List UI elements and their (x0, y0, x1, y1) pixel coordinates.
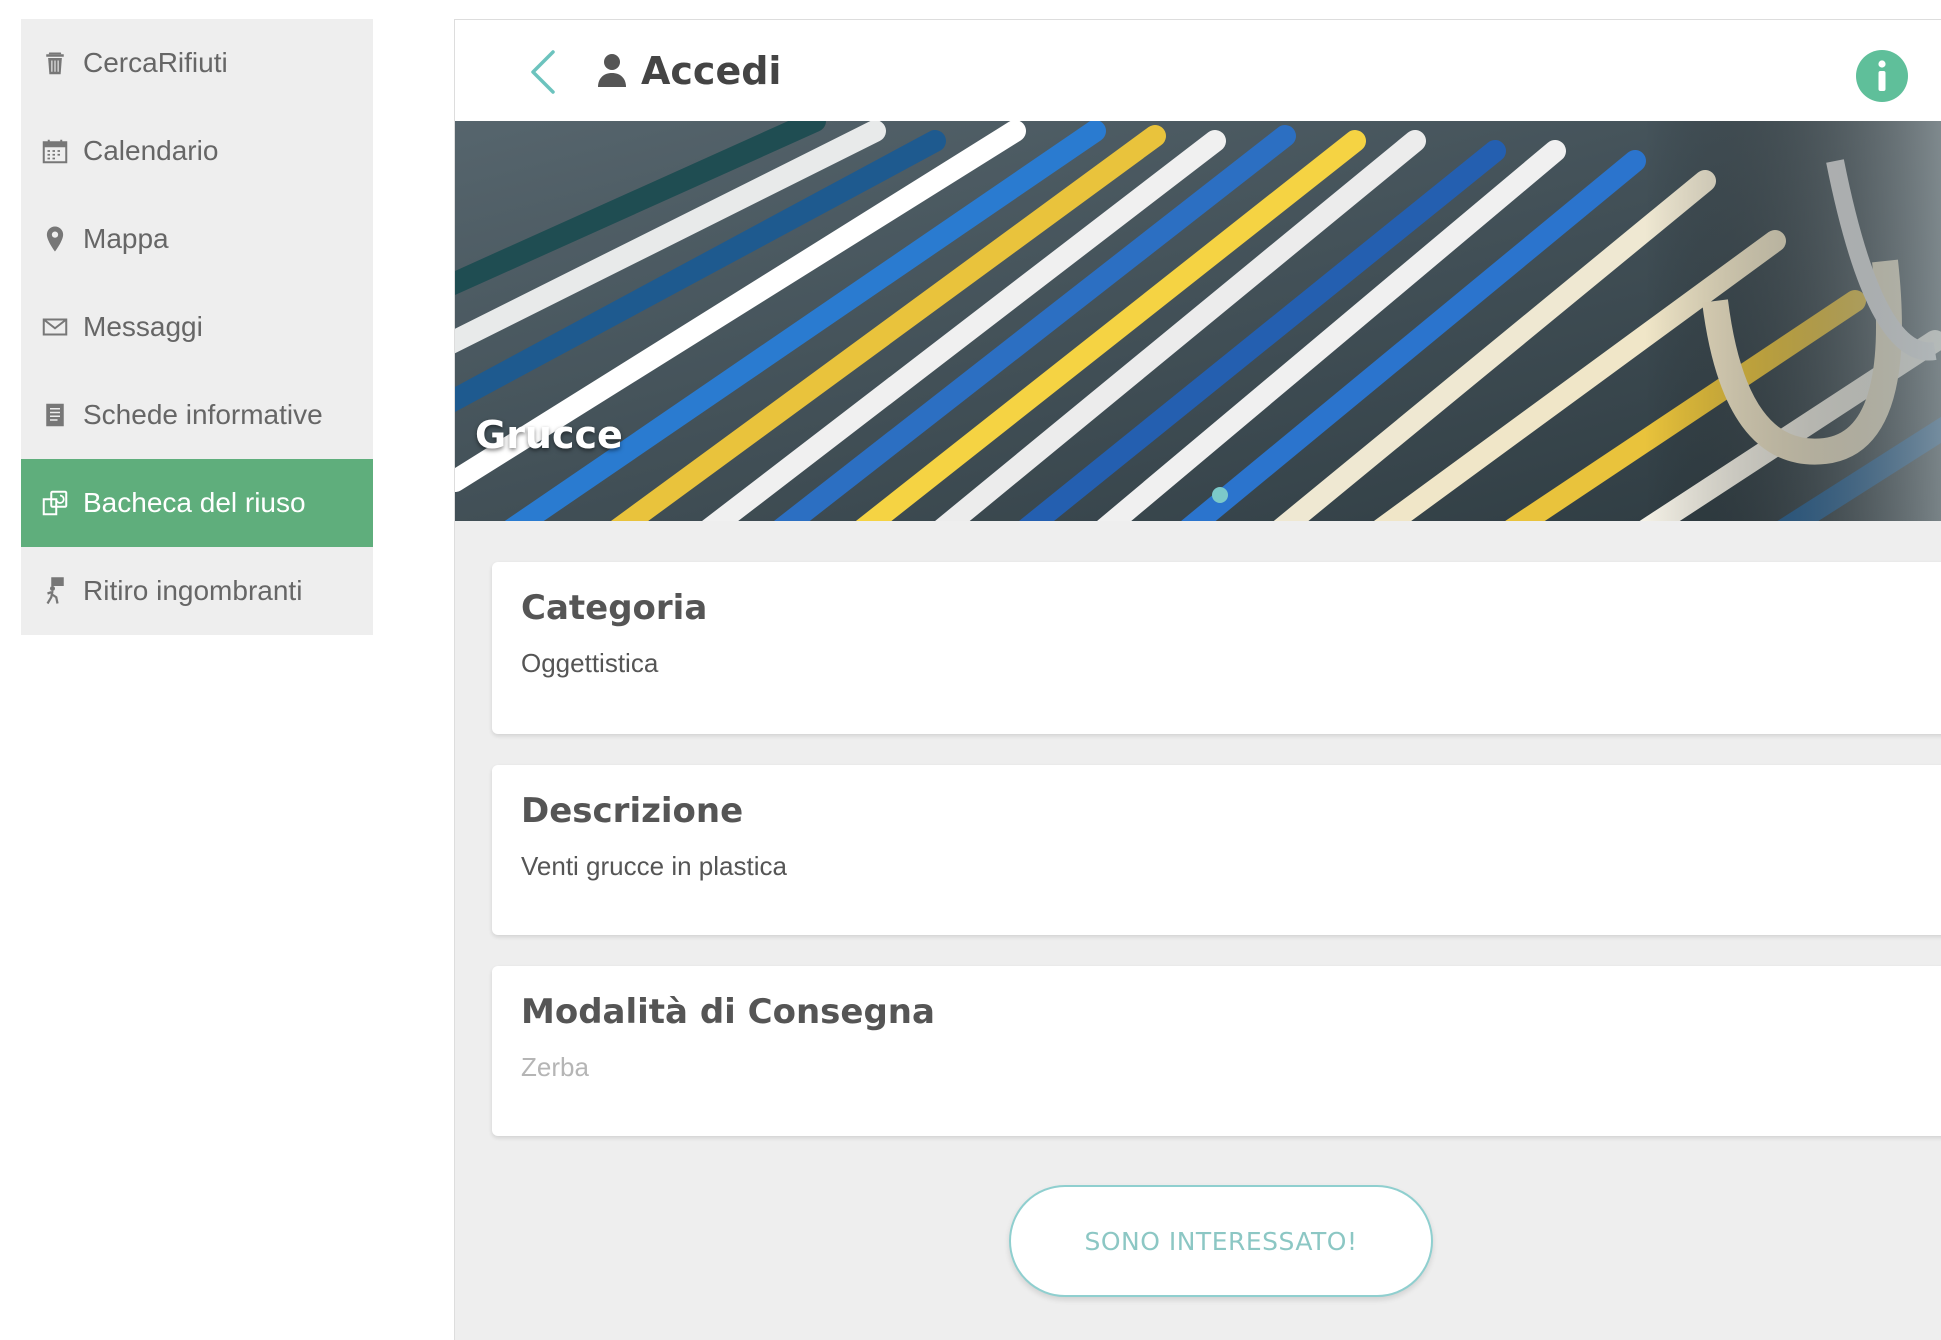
sidebar-item-label: CercaRifiuti (83, 47, 228, 78)
delivery-title: Modalità di Consegna (521, 992, 935, 1032)
description-card: Descrizione Venti grucce in plastica (492, 765, 1941, 935)
envelope-icon (37, 309, 73, 345)
sidebar-item-ritiro-ingombranti[interactable]: Ritiro ingombranti (21, 547, 373, 635)
interested-button[interactable]: SONO INTERESSATO! (1009, 1185, 1433, 1297)
description-value: Venti grucce in plastica (521, 851, 787, 881)
document-icon (37, 397, 73, 433)
sidebar-item-label: Ritiro ingombranti (83, 575, 303, 606)
sidebar-item-bacheca-del-riuso[interactable]: Bacheca del riuso (21, 459, 373, 547)
top-bar: Accedi (455, 20, 1941, 121)
detail-panel: Accedi Grucce Categoria Oggettistica Des… (454, 19, 1941, 1340)
category-value: Oggettistica (521, 648, 659, 678)
user-icon (598, 54, 626, 87)
calendar-icon (37, 133, 73, 169)
sidebar-item-messaggi[interactable]: Messaggi (21, 283, 373, 371)
info-icon[interactable] (1856, 50, 1908, 102)
carousel-dot[interactable] (1212, 487, 1228, 503)
image-carousel[interactable]: Grucce (455, 121, 1941, 521)
sidebar-item-label: Mappa (83, 223, 169, 254)
category-card: Categoria Oggettistica (492, 562, 1941, 734)
map-pin-icon (37, 221, 73, 257)
sidebar-item-cercarifiuti[interactable]: CercaRifiuti (21, 19, 373, 107)
sidebar-menu: CercaRifiuti Calendario Mappa Messaggi S… (21, 19, 373, 635)
category-title: Categoria (521, 588, 708, 628)
sidebar-item-label: Bacheca del riuso (83, 487, 306, 518)
sidebar-item-mappa[interactable]: Mappa (21, 195, 373, 283)
hangers-photo (455, 121, 1941, 521)
sidebar-item-label: Calendario (83, 135, 219, 166)
login-link[interactable]: Accedi (641, 49, 781, 93)
item-title: Grucce (475, 413, 623, 457)
sidebar-item-schede-informative[interactable]: Schede informative (21, 371, 373, 459)
delivery-card: Modalità di Consegna Zerba (492, 966, 1941, 1136)
sidebar-item-label: Schede informative (83, 399, 323, 430)
description-title: Descrizione (521, 791, 744, 831)
reuse-board-icon (37, 485, 73, 521)
chevron-left-icon[interactable] (525, 48, 561, 96)
sidebar-item-calendario[interactable]: Calendario (21, 107, 373, 195)
sidebar-item-label: Messaggi (83, 311, 203, 342)
bulky-pickup-icon (37, 573, 73, 609)
delivery-value: Zerba (521, 1052, 589, 1082)
trash-icon (37, 45, 73, 81)
